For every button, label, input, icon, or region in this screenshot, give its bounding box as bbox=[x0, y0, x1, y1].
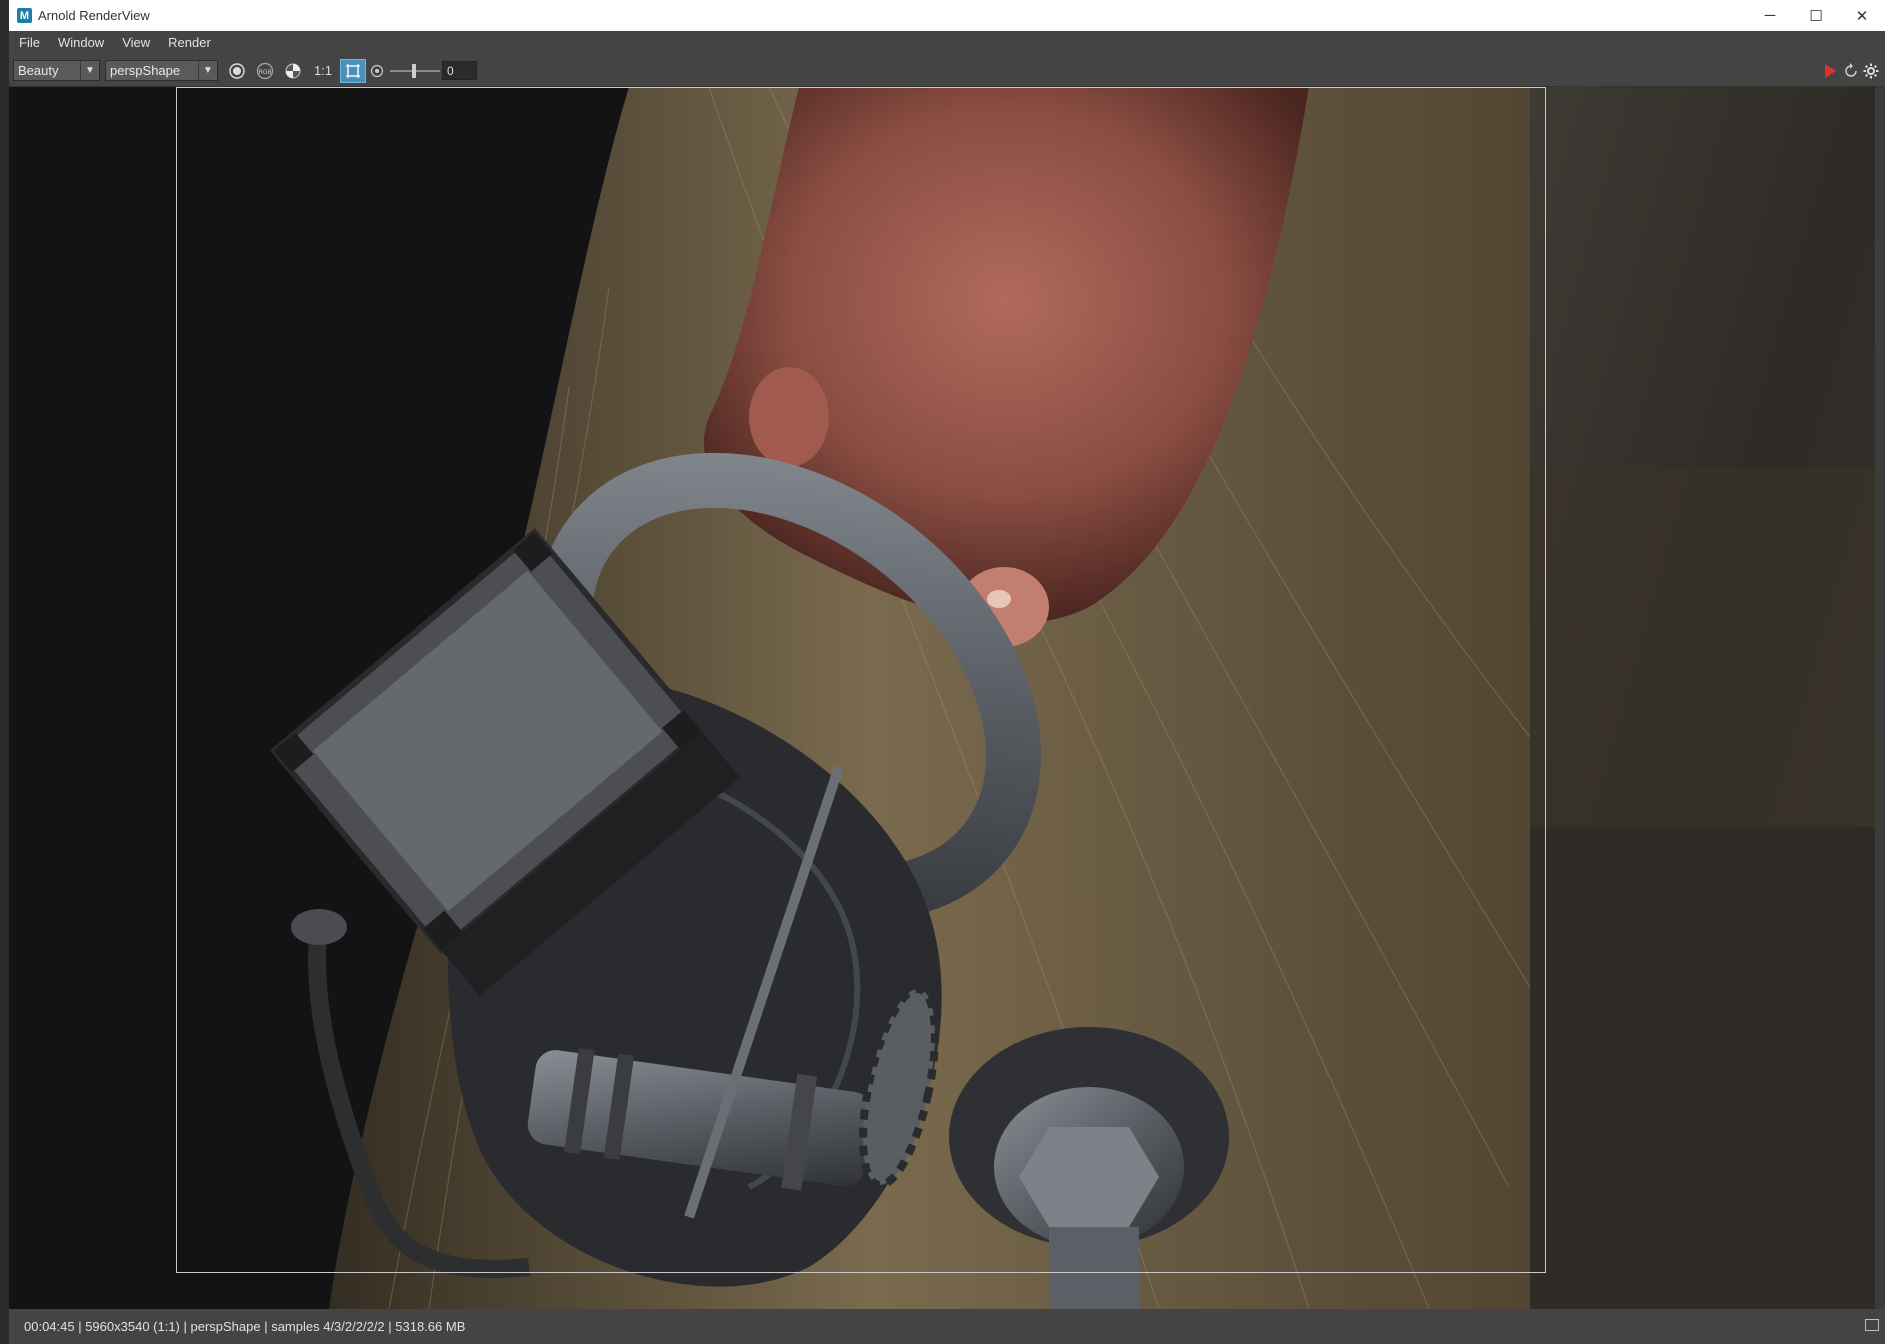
crop-region-button[interactable] bbox=[340, 58, 366, 83]
toolbar-right bbox=[1825, 55, 1879, 86]
channel-circle-icon bbox=[229, 62, 245, 79]
maximize-button[interactable]: ☐ bbox=[1793, 0, 1839, 31]
checker-toggle-button[interactable] bbox=[280, 59, 306, 83]
render-play-icon[interactable] bbox=[1825, 63, 1836, 78]
svg-text:RGB: RGB bbox=[258, 70, 271, 76]
ratio-button[interactable]: 1:1 bbox=[308, 59, 338, 83]
camera-select[interactable]: perspShape ▼ bbox=[105, 60, 218, 81]
close-button[interactable]: ✕ bbox=[1839, 0, 1885, 31]
chevron-down-icon: ▼ bbox=[198, 61, 217, 80]
slider-handle[interactable] bbox=[412, 63, 416, 78]
minimize-button[interactable]: ─ bbox=[1747, 0, 1793, 31]
menu-file[interactable]: File bbox=[9, 31, 49, 55]
title-bar[interactable]: M Arnold RenderView ─ ☐ ✕ bbox=[9, 0, 1885, 32]
window-title: Arnold RenderView bbox=[38, 8, 150, 23]
viewport-scrollbar[interactable] bbox=[1875, 87, 1885, 1309]
render-viewport[interactable] bbox=[9, 87, 1875, 1309]
maximize-icon: ☐ bbox=[1809, 7, 1823, 25]
aperture-icon bbox=[370, 64, 384, 77]
render-stats: 00:04:45 | 5960x3540 (1:1) | perspShape … bbox=[24, 1318, 466, 1334]
gear-icon[interactable] bbox=[1863, 63, 1879, 79]
close-icon: ✕ bbox=[1855, 7, 1869, 25]
menu-window[interactable]: Window bbox=[49, 31, 113, 55]
menu-render[interactable]: Render bbox=[159, 31, 220, 55]
toolbar: Beauty ▼ perspShape ▼ RGB 1:1 0 bbox=[9, 55, 1885, 87]
menu-bar: File Window View Render bbox=[9, 31, 1885, 55]
exposure-value-field[interactable]: 0 bbox=[442, 61, 477, 80]
minimize-icon: ─ bbox=[1764, 7, 1776, 24]
checker-icon bbox=[285, 63, 301, 78]
left-panel-edge bbox=[0, 0, 9, 1344]
camera-select-value: perspShape bbox=[110, 63, 181, 78]
rgb-toggle-button[interactable]: RGB bbox=[252, 59, 278, 83]
exposure-button[interactable] bbox=[368, 59, 386, 83]
status-bar: 00:04:45 | 5960x3540 (1:1) | perspShape … bbox=[9, 1313, 1885, 1339]
aov-select[interactable]: Beauty ▼ bbox=[13, 60, 100, 81]
chevron-down-icon: ▼ bbox=[80, 61, 99, 80]
menu-view[interactable]: View bbox=[113, 31, 159, 55]
exposure-slider[interactable] bbox=[390, 59, 440, 83]
ratio-label: 1:1 bbox=[313, 63, 333, 78]
refresh-icon[interactable] bbox=[1843, 62, 1859, 79]
display-channel-button[interactable] bbox=[224, 59, 250, 83]
rgb-icon: RGB bbox=[256, 62, 274, 79]
crop-region-icon bbox=[346, 63, 360, 78]
snapshot-icon[interactable] bbox=[1865, 1319, 1879, 1331]
render-image bbox=[9, 87, 1875, 1309]
arnold-renderview-window: M Arnold RenderView ─ ☐ ✕ File Window Vi… bbox=[9, 0, 1885, 1344]
maya-app-icon: M bbox=[17, 8, 32, 23]
aov-select-value: Beauty bbox=[18, 63, 59, 78]
window-controls: ─ ☐ ✕ bbox=[1747, 0, 1885, 31]
